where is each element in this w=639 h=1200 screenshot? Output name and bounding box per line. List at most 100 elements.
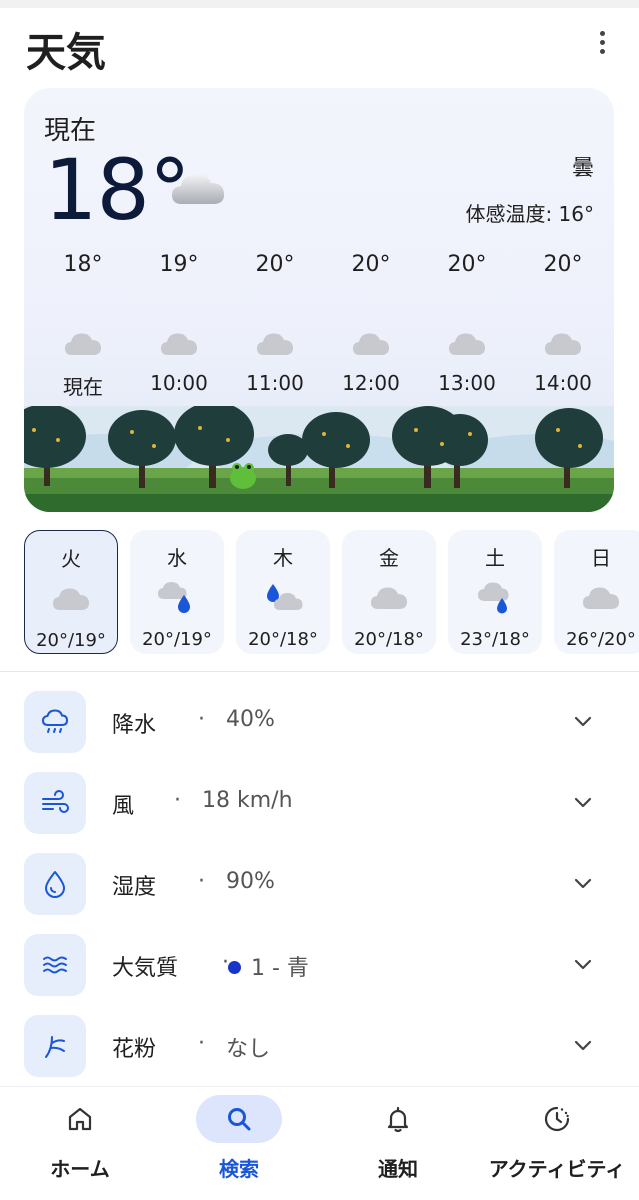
pollen-icon bbox=[24, 1015, 86, 1077]
cloud-icon bbox=[583, 587, 620, 609]
nav-search[interactable]: 検索 bbox=[159, 1087, 319, 1200]
day-temp-range: 20°/18° bbox=[248, 629, 318, 650]
cloud-rain-icon bbox=[158, 582, 190, 613]
droplet-icon bbox=[24, 853, 86, 915]
wind-icon bbox=[24, 772, 86, 834]
search-icon bbox=[196, 1095, 282, 1143]
home-icon bbox=[37, 1095, 123, 1143]
cloud-icon bbox=[161, 333, 198, 355]
hourly-item[interactable]: 20° 14:00 bbox=[513, 252, 613, 395]
hour-temp: 20° bbox=[351, 252, 391, 277]
cloud-icon bbox=[353, 333, 390, 355]
current-temperature: 18° bbox=[44, 141, 191, 239]
day-card[interactable]: 水 20°/19° bbox=[130, 530, 224, 654]
hour-time: 10:00 bbox=[150, 371, 208, 395]
nav-notifications[interactable]: 通知 bbox=[318, 1087, 478, 1200]
bottom-navigation: ホーム 検索 通知 アクティビティ bbox=[0, 1086, 639, 1200]
chevron-down-icon bbox=[574, 797, 592, 808]
pollen-label: 花粉 bbox=[112, 1037, 157, 1062]
hour-time: 現在 bbox=[63, 375, 103, 399]
rain-cloud-icon bbox=[24, 691, 86, 753]
humidity-value: 90% bbox=[226, 869, 275, 894]
daily-forecast: 火 20°/19° 水 20°/19° 木 20°/18° 金 20°/18° … bbox=[24, 530, 639, 656]
hour-temp: 19° bbox=[159, 252, 199, 277]
bell-icon bbox=[355, 1095, 441, 1143]
nav-home-label: ホーム bbox=[50, 1157, 110, 1181]
air-quality-label: 大気質 bbox=[112, 956, 179, 981]
activity-icon bbox=[514, 1095, 600, 1143]
cloud-icon bbox=[65, 333, 102, 355]
wind-row[interactable]: 風 · 18 km/h bbox=[24, 772, 614, 834]
nav-activity-label: アクティビティ bbox=[488, 1157, 626, 1181]
hourly-forecast: 18° 現在 19° 10:00 20° 11:00 20° 12:00 20°… bbox=[24, 252, 614, 412]
day-name: 土 bbox=[485, 546, 505, 570]
landscape-illustration bbox=[24, 406, 614, 512]
day-name: 火 bbox=[61, 547, 81, 571]
day-card[interactable]: 火 20°/19° bbox=[24, 530, 118, 654]
hour-time: 11:00 bbox=[246, 371, 304, 395]
section-divider bbox=[0, 671, 639, 672]
pollen-row[interactable]: 花粉 · なし bbox=[24, 1015, 614, 1077]
precipitation-value: 40% bbox=[226, 707, 275, 732]
chevron-down-icon bbox=[574, 878, 592, 889]
app-title: 天気 bbox=[26, 30, 106, 76]
air-quality-value-wrap: 1 - 青 bbox=[228, 950, 309, 982]
nav-activity[interactable]: アクティビティ bbox=[477, 1087, 637, 1200]
nav-notifications-label: 通知 bbox=[378, 1157, 418, 1181]
day-temp-range: 20°/19° bbox=[36, 630, 106, 651]
hourly-item[interactable]: 20° 13:00 bbox=[417, 252, 517, 395]
hourly-item[interactable]: 20° 12:00 bbox=[321, 252, 421, 395]
cloud-icon bbox=[449, 333, 486, 355]
chevron-down-icon bbox=[574, 959, 592, 970]
air-quality-value: 1 - 青 bbox=[251, 956, 309, 981]
nav-home[interactable]: ホーム bbox=[0, 1087, 160, 1200]
chevron-down-icon bbox=[574, 1040, 592, 1051]
day-card[interactable]: 木 20°/18° bbox=[236, 530, 330, 654]
wind-label: 風 bbox=[112, 794, 135, 819]
chevron-down-icon bbox=[574, 716, 592, 727]
day-name: 木 bbox=[273, 546, 293, 570]
hourly-item[interactable]: 19° 10:00 bbox=[129, 252, 229, 395]
hour-temp: 20° bbox=[255, 252, 295, 277]
hourly-item[interactable]: 20° 11:00 bbox=[225, 252, 325, 395]
feels-like: 体感温度: 16° bbox=[465, 202, 594, 226]
current-weather-card[interactable]: 現在 18° 曇 体感温度: 16° 18° 現在 19° 10:00 20° … bbox=[24, 88, 614, 512]
separator-dot: · bbox=[174, 788, 181, 813]
cloud-icon bbox=[172, 173, 225, 204]
day-name: 水 bbox=[167, 546, 187, 570]
more-options-button[interactable] bbox=[586, 26, 618, 58]
day-temp-range: 20°/19° bbox=[142, 629, 212, 650]
day-temp-range: 26°/20° bbox=[566, 629, 636, 650]
wind-value: 18 km/h bbox=[202, 788, 293, 813]
day-card[interactable]: 土 23°/18° bbox=[448, 530, 542, 654]
cloud-icon bbox=[53, 588, 90, 610]
hour-temp: 20° bbox=[447, 252, 487, 277]
hour-temp: 20° bbox=[543, 252, 583, 277]
cloud-icon bbox=[545, 333, 582, 355]
humidity-row[interactable]: 湿度 · 90% bbox=[24, 853, 614, 915]
cloud-icon bbox=[371, 587, 408, 609]
precipitation-label: 降水 bbox=[112, 713, 157, 738]
day-temp-range: 23°/18° bbox=[460, 629, 530, 650]
day-card[interactable]: 金 20°/18° bbox=[342, 530, 436, 654]
cloud-rain-icon bbox=[478, 582, 509, 614]
separator-dot: · bbox=[198, 1031, 205, 1056]
humidity-label: 湿度 bbox=[112, 875, 157, 900]
pollen-value: なし bbox=[226, 1037, 271, 1062]
air-waves-icon bbox=[24, 934, 86, 996]
hour-temp: 18° bbox=[63, 252, 103, 277]
air-quality-row[interactable]: 大気質 · 1 - 青 bbox=[24, 934, 614, 996]
status-bar-edge bbox=[0, 0, 639, 8]
day-temp-range: 20°/18° bbox=[354, 629, 424, 650]
hourly-item[interactable]: 18° 現在 bbox=[33, 252, 133, 400]
hour-time: 12:00 bbox=[342, 371, 400, 395]
hour-time: 13:00 bbox=[438, 371, 496, 395]
rain-cloud-icon bbox=[267, 584, 303, 610]
day-card[interactable]: 日 26°/20° bbox=[554, 530, 639, 654]
more-dot-icon bbox=[599, 39, 605, 45]
precipitation-row[interactable]: 降水 · 40% bbox=[24, 691, 614, 753]
more-dot-icon bbox=[599, 48, 605, 54]
nav-search-label: 検索 bbox=[219, 1157, 259, 1181]
separator-dot: · bbox=[198, 869, 205, 894]
more-dot-icon bbox=[599, 30, 605, 36]
